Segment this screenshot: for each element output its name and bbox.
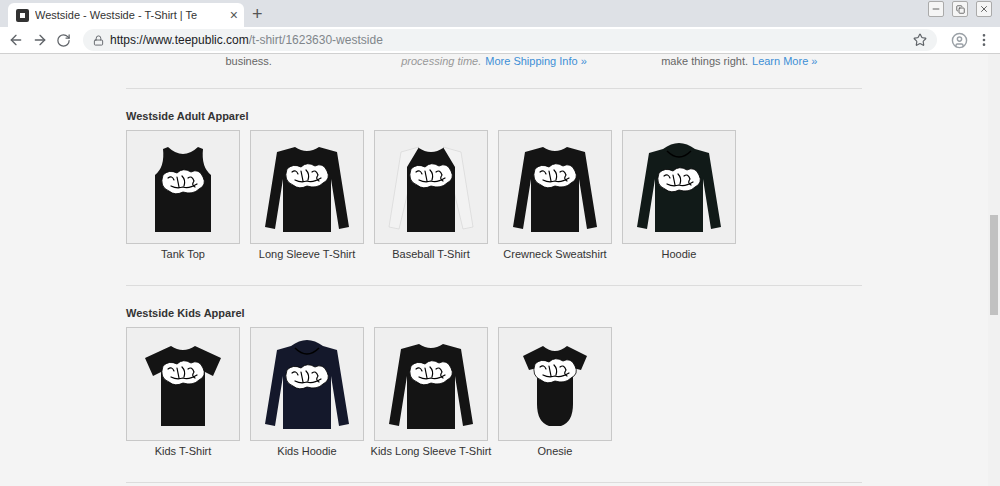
design-graphic [534,359,576,383]
info-notes: business. processing time. More Shipping I… [126,54,862,68]
product-image [126,130,240,244]
garment-icon [381,334,481,434]
design-graphic [410,164,452,188]
browser-window: Westside - Westside - T-Shirt | Te × + http… [0,0,1000,486]
window-controls [928,0,1000,17]
product-card[interactable]: Tank Top [126,130,240,261]
product-label: Kids Long Sleeve T-Shirt [371,444,492,458]
design-graphic [286,365,328,389]
product-card[interactable]: Long Sleeve T-Shirt [250,130,364,261]
close-icon [979,4,989,14]
note-text: processing time. [401,54,481,68]
scrollbar[interactable] [988,54,1000,486]
note-text: make things right. [661,54,748,68]
product-image [622,130,736,244]
product-card[interactable]: Crewneck Sweatshirt [498,130,612,261]
product-card[interactable]: Hoodie [622,130,736,261]
profile-icon[interactable] [951,32,968,49]
tab-title: Westside - Westside - T-Shirt | Te [35,7,224,24]
product-card[interactable]: Onesie [498,327,612,458]
back-icon[interactable] [8,32,24,48]
product-label: Crewneck Sweatshirt [503,247,606,261]
note-link[interactable]: More Shipping Info » [485,54,587,68]
product-card[interactable]: Kids Hoodie [250,327,364,458]
forward-icon[interactable] [32,32,48,48]
garment-icon [629,137,729,237]
info-note: make things right. Learn More » [617,54,862,68]
reload-icon[interactable] [56,33,71,48]
info-note: business. [126,54,371,68]
design-graphic [658,168,700,192]
divider [126,88,862,89]
product-row: Tank Top Long Sleeve T-Shirt Baseball T-Sh… [126,130,862,261]
design-graphic [286,164,328,188]
lock-icon [93,35,104,46]
product-image [250,130,364,244]
product-card[interactable]: Baseball T-Shirt [374,130,488,261]
product-image [498,327,612,441]
divider [126,482,862,483]
product-label: Kids Hoodie [277,444,336,458]
favicon-icon [16,9,29,22]
toolbar: https://www.teepublic.com/t-shirt/162363… [0,27,1000,54]
garment-icon [381,137,481,237]
garment-icon [505,137,605,237]
info-note: processing time. More Shipping Info » [371,54,616,68]
scrollbar-thumb[interactable] [990,215,998,315]
product-image [374,130,488,244]
menu-icon[interactable] [976,32,992,48]
restore-icon [956,5,965,14]
design-graphic [410,361,452,385]
product-row: Kids T-Shirt Kids Hoodie Kids Long Sleeve … [126,327,862,458]
section-title: Westside Adult Apparel [126,109,862,123]
apparel-section: Westside Adult Apparel Tank Top Long Sleev… [126,89,862,286]
product-label: Long Sleeve T-Shirt [259,247,355,261]
restore-button[interactable] [952,1,968,17]
apparel-section: Westside Kids Apparel Kids T-Shirt Kids Ho… [126,286,862,483]
browser-tab[interactable]: Westside - Westside - T-Shirt | Te × [8,3,244,27]
minimize-icon [931,4,941,14]
product-image [126,327,240,441]
design-graphic [162,170,204,194]
divider [126,285,862,286]
product-label: Tank Top [161,247,205,261]
product-card[interactable]: Kids Long Sleeve T-Shirt [374,327,488,458]
product-card[interactable]: Kids T-Shirt [126,327,240,458]
product-label: Hoodie [662,247,697,261]
design-graphic [534,164,576,188]
product-label: Kids T-Shirt [155,444,212,458]
close-button[interactable] [976,1,992,17]
tab-close[interactable]: × [230,8,238,22]
product-label: Onesie [538,444,573,458]
garment-icon [133,137,233,237]
bookmark-star-icon[interactable] [913,33,927,47]
url-text: https://www.teepublic.com/t-shirt/162363… [110,31,907,49]
minimize-button[interactable] [928,1,944,17]
new-tab-button[interactable]: + [252,5,263,23]
garment-icon [257,137,357,237]
page-viewport: business. processing time. More Shipping I… [0,54,1000,486]
note-text: business. [225,54,271,68]
product-image [374,327,488,441]
section-title: Westside Kids Apparel [126,306,862,320]
address-bar[interactable]: https://www.teepublic.com/t-shirt/162363… [83,29,937,51]
garment-icon [505,334,605,434]
tab-strip: Westside - Westside - T-Shirt | Te × + [0,0,1000,27]
design-graphic [162,361,204,385]
note-link[interactable]: Learn More » [752,54,817,68]
product-label: Baseball T-Shirt [392,247,469,261]
garment-icon [133,334,233,434]
page-content: business. processing time. More Shipping I… [0,54,988,486]
product-image [250,327,364,441]
garment-icon [257,334,357,434]
product-image [498,130,612,244]
